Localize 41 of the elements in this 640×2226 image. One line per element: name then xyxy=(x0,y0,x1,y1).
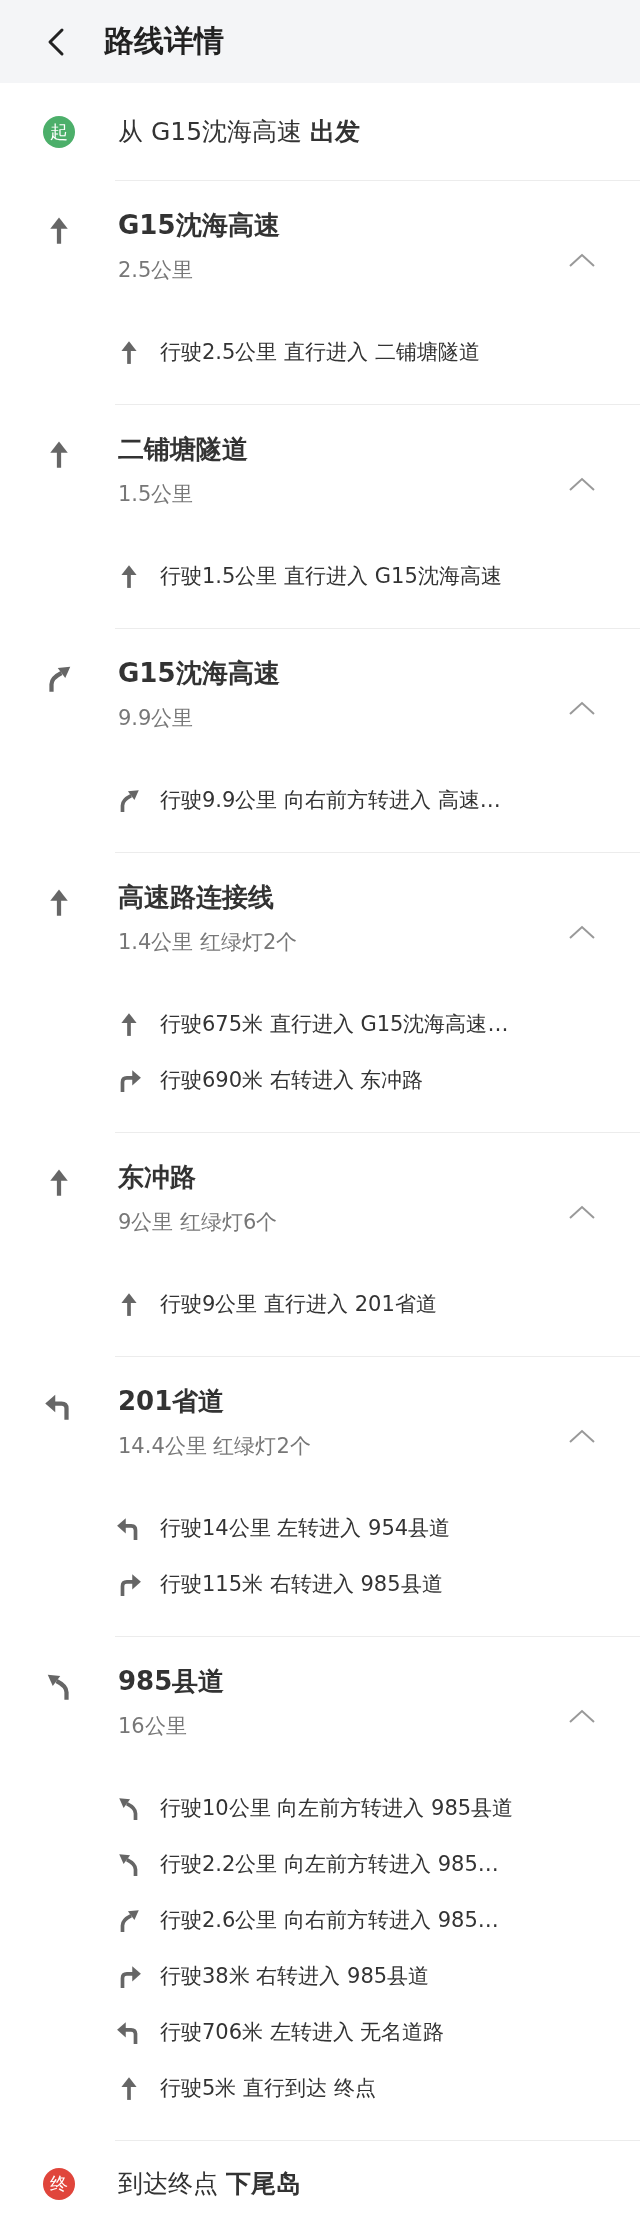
chevron-up-icon xyxy=(568,1708,596,1724)
road-distance: 14.4公里 红绿灯2个 xyxy=(118,1433,311,1460)
step-instruction: 行驶706米 左转进入 无名道路 xyxy=(160,2019,445,2046)
chevron-up-icon xyxy=(568,1204,596,1220)
road-name: 东冲路 xyxy=(118,1161,196,1194)
road-distance: 9公里 红绿灯6个 xyxy=(118,1209,278,1236)
step-instruction: 行驶10公里 向左前方转进入 985县道 xyxy=(160,1795,514,1822)
step-instruction: 行驶14公里 左转进入 954县道 xyxy=(160,1515,451,1542)
chevron-up-icon xyxy=(568,252,596,268)
step-instruction: 行驶690米 右转进入 东冲路 xyxy=(160,1067,424,1094)
road-name: G15沈海高速 xyxy=(118,657,280,690)
step-instruction: 行驶38米 右转进入 985县道 xyxy=(160,1963,430,1990)
step-instruction: 行驶9公里 直行进入 201省道 xyxy=(160,1291,437,1318)
page-title: 路线详情 xyxy=(104,22,224,60)
back-icon xyxy=(46,26,66,57)
end-badge: 终 xyxy=(43,2167,75,2200)
step-instruction: 行驶1.5公里 直行进入 G15沈海高速 xyxy=(160,563,502,590)
road-distance: 9.9公里 xyxy=(118,705,194,732)
chevron-up-icon xyxy=(568,476,596,492)
chevron-up-icon xyxy=(568,1428,596,1444)
step-instruction: 行驶9.9公里 向右前方转进入 高速… xyxy=(160,787,501,814)
road-name: 985县道 xyxy=(118,1665,225,1698)
road-distance: 16公里 xyxy=(118,1713,187,1740)
road-name: 高速路连接线 xyxy=(118,881,274,914)
road-distance: 1.4公里 红绿灯2个 xyxy=(118,929,298,956)
chevron-up-icon xyxy=(568,924,596,940)
step-instruction: 行驶2.6公里 向右前方转进入 985… xyxy=(160,1907,499,1934)
step-instruction: 行驶675米 直行进入 G15沈海高速… xyxy=(160,1011,509,1038)
step-instruction: 行驶2.5公里 直行进入 二铺塘隧道 xyxy=(160,339,480,366)
road-distance: 2.5公里 xyxy=(118,257,194,284)
chevron-up-icon xyxy=(568,700,596,716)
start-text: 从 G15沈海高速 出发 xyxy=(118,116,361,148)
road-name: 201省道 xyxy=(118,1385,225,1418)
step-instruction: 行驶2.2公里 向左前方转进入 985… xyxy=(160,1851,499,1878)
start-badge: 起 xyxy=(43,115,75,148)
step-instruction: 行驶5米 直行到达 终点 xyxy=(160,2075,376,2102)
road-distance: 1.5公里 xyxy=(118,481,194,508)
end-text: 到达终点 下尾岛 xyxy=(118,2168,301,2200)
road-name: G15沈海高速 xyxy=(118,209,280,242)
road-name: 二铺塘隧道 xyxy=(118,433,248,466)
step-instruction: 行驶115米 右转进入 985县道 xyxy=(160,1571,443,1598)
